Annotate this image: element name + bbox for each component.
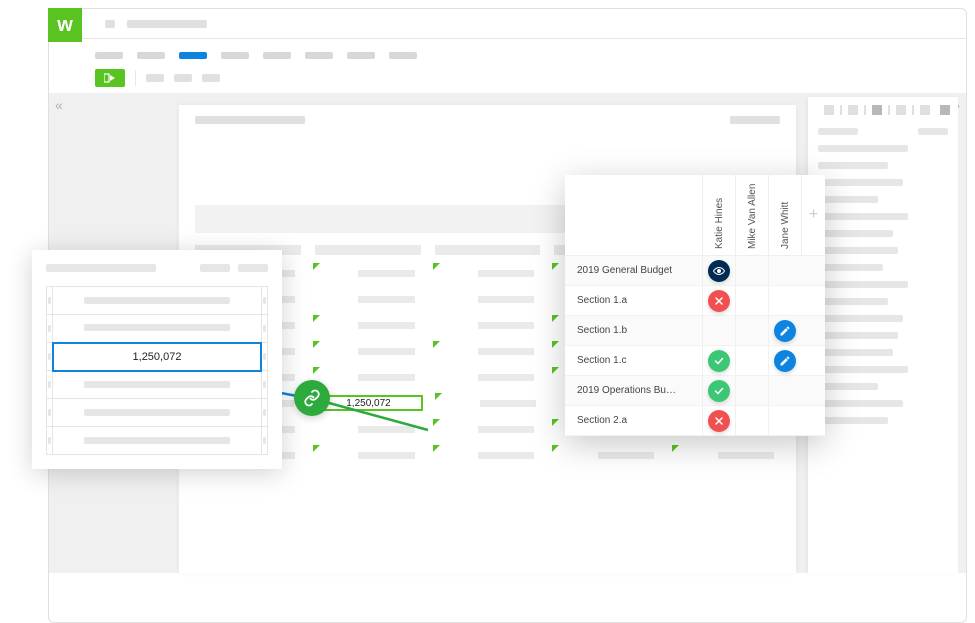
sidebar-view-icon[interactable] [920,105,930,115]
permission-row-label: 2019 General Budget [565,256,702,285]
toolbar [49,63,966,93]
permission-row[interactable]: 2019 Operations Bu… [565,376,825,406]
sidebar-view-icon[interactable] [872,105,882,115]
permission-cell[interactable] [768,256,801,285]
tab-item[interactable] [305,52,333,59]
toolbar-item[interactable] [202,74,220,82]
permission-cell[interactable] [702,406,735,435]
document-tabs [49,39,966,63]
permission-cell[interactable] [768,376,801,405]
toolbar-item[interactable] [174,74,192,82]
edit-permission-icon[interactable] [774,350,796,372]
permission-cell[interactable] [735,346,768,375]
tab-item[interactable] [263,52,291,59]
permission-row-label: Section 1.c [565,346,702,375]
permission-cell[interactable] [735,286,768,315]
permission-row[interactable]: 2019 General Budget [565,256,825,286]
permission-cell[interactable] [702,346,735,375]
permission-cell[interactable] [735,256,768,285]
permission-user-header[interactable]: Jane Whitt [768,175,801,256]
permission-user-header[interactable]: Katie Hines [702,175,735,256]
no-permission-icon[interactable] [708,410,730,432]
tab-item-active[interactable] [179,52,207,59]
sidebar-view-icon[interactable] [896,105,906,115]
tab-item[interactable] [137,52,165,59]
permission-cell[interactable] [702,376,735,405]
tab-item[interactable] [347,52,375,59]
permission-cell[interactable] [702,286,735,315]
permission-cell[interactable] [735,316,768,345]
permission-row-label: 2019 Operations Bu… [565,376,702,405]
tab-item[interactable] [95,52,123,59]
app-logo[interactable]: w [48,8,82,42]
permission-cell[interactable] [768,316,801,345]
toolbar-item[interactable] [146,74,164,82]
sidebar-view-icon[interactable] [824,105,834,115]
permission-cell[interactable] [702,256,735,285]
tab-item[interactable] [389,52,417,59]
run-button[interactable] [95,69,125,87]
collapse-left-icon[interactable]: « [55,97,63,113]
no-permission-icon[interactable] [708,290,730,312]
permission-cell[interactable] [768,286,801,315]
linked-destination-cell[interactable]: 1,250,072 [314,395,423,411]
permission-row[interactable]: Section 1.a [565,286,825,316]
yes-permission-icon[interactable] [708,380,730,402]
link-icon[interactable] [294,380,330,416]
sidebar-view-icon[interactable] [848,105,858,115]
permission-row-label: Section 2.a [565,406,702,435]
permission-row[interactable]: Section 2.a [565,406,825,436]
permission-cell[interactable] [768,406,801,435]
source-selected-cell[interactable]: 1,250,072 [53,343,262,371]
permission-cell[interactable] [735,376,768,405]
sidebar-view-icon[interactable] [940,105,950,115]
eye-permission-icon[interactable] [708,260,730,282]
permission-row-label: Section 1.a [565,286,702,315]
edit-permission-icon[interactable] [774,320,796,342]
right-sidebar [808,97,958,573]
source-spreadsheet-card: 1,250,072 [32,250,282,469]
permission-row-label: Section 1.b [565,316,702,345]
permission-cell[interactable] [735,406,768,435]
permission-user-header[interactable]: Mike Van Allen [735,175,768,256]
source-table: 1,250,072 [46,286,268,455]
permission-cell[interactable] [702,316,735,345]
permission-cell[interactable] [768,346,801,375]
titlebar [49,9,966,39]
permission-row[interactable]: Section 1.b [565,316,825,346]
permissions-panel: Katie Hines Mike Van Allen Jane Whitt + … [565,175,825,436]
add-user-button[interactable]: + [801,175,825,256]
yes-permission-icon[interactable] [708,350,730,372]
tab-item[interactable] [221,52,249,59]
permission-row[interactable]: Section 1.c [565,346,825,376]
